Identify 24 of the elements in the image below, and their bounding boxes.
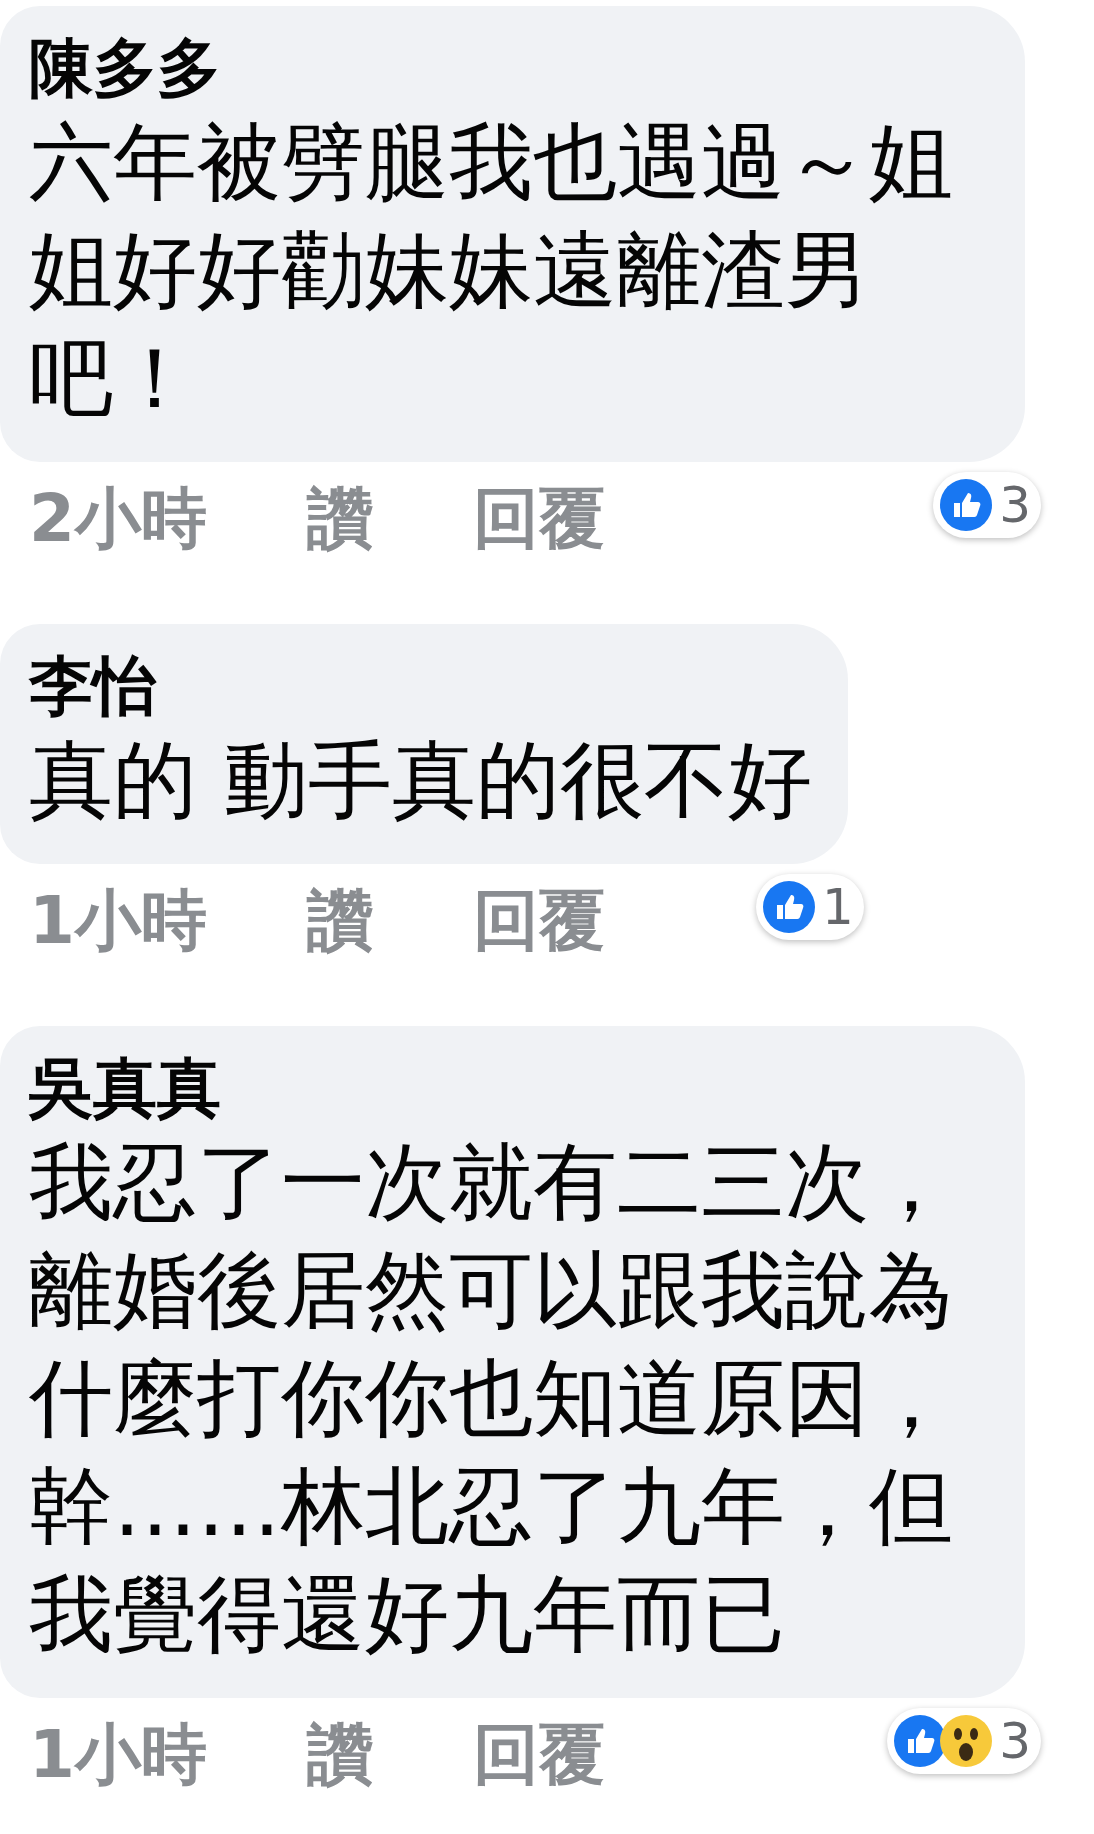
comment-time: 1小時 [29,1715,207,1795]
surprised-emoji-icon [939,1714,994,1768]
reply-link[interactable]: 回覆 [472,474,605,564]
reaction-badge[interactable]: 1 [755,874,864,940]
thumbs-up-icon [939,478,994,532]
reaction-count: 1 [821,880,854,934]
reaction-count: 3 [999,478,1031,532]
reaction-badge[interactable]: 3 [933,472,1041,538]
reply-link[interactable]: 回覆 [472,1710,605,1800]
reaction-count: 3 [999,1714,1031,1768]
like-link[interactable]: 讚 [306,1710,373,1800]
author-name: 陳多多 [29,30,222,107]
thumbs-up-icon [761,880,816,934]
comment-text: 六年被劈腿我也遇過～姐姐好好勸妹妹遠離渣男吧！ [29,112,954,429]
reply-link[interactable]: 回覆 [472,876,605,966]
comment-time: 1小時 [29,881,207,961]
author-name: 李怡 [29,648,158,725]
author-name: 吳真真 [29,1050,222,1127]
like-link[interactable]: 讚 [306,474,373,564]
like-link[interactable]: 讚 [306,876,373,966]
comment-text: 真的 動手真的很不好 [29,730,812,831]
reaction-badge[interactable]: 3 [887,1708,1041,1774]
comment-text: 我忍了一次就有二三次，離婚後居然可以跟我說為什麼打你你也知道原因，幹……林北忍了九年，但我覺得還好九年而已 [29,1132,954,1665]
comment-time: 2小時 [29,479,207,559]
